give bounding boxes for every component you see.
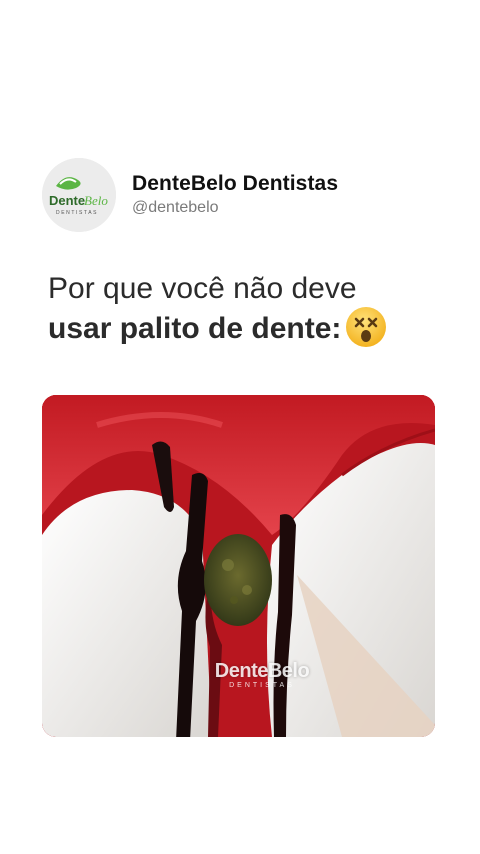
svg-text:Dente: Dente [49, 193, 85, 208]
post-caption: Por que você não deve usar palito de den… [48, 270, 448, 350]
post-header: Dente Belo DENTISTAS DenteBelo Dentistas… [42, 158, 442, 234]
watermark-title: DenteBelo [214, 660, 310, 682]
dizzy-face-emoji-icon [345, 306, 387, 348]
watermark-subtitle: DENTISTAS [229, 682, 295, 689]
profile-avatar[interactable]: Dente Belo DENTISTAS [42, 158, 116, 232]
display-name[interactable]: DenteBelo Dentistas [132, 172, 338, 196]
caption-line-2: usar palito de dente: [48, 306, 448, 350]
dentebelo-logo-icon: Dente Belo DENTISTAS [42, 158, 116, 232]
post-video[interactable]: DenteBelo DENTISTAS [42, 395, 435, 737]
svg-text:DENTISTAS: DENTISTAS [56, 210, 98, 216]
caption-line-1: Por que você não deve [48, 272, 357, 305]
svg-text:Belo: Belo [84, 193, 108, 208]
caption-line-2-text: usar palito de dente: [48, 312, 342, 345]
account-handle[interactable]: @dentebelo [132, 199, 219, 217]
video-watermark: DenteBelo DENTISTAS [192, 660, 332, 689]
